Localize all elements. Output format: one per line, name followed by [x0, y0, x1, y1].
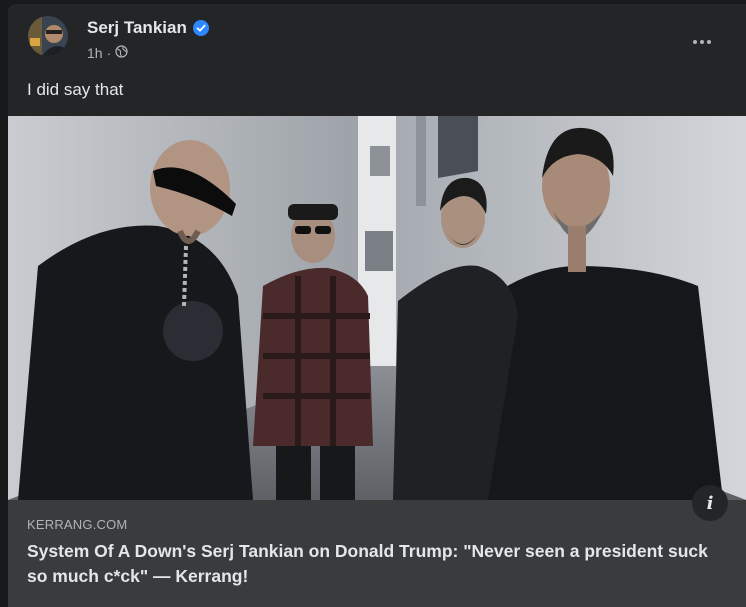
more-dots-icon — [693, 40, 697, 44]
info-icon: i — [706, 492, 714, 514]
verified-badge-icon — [192, 20, 209, 36]
post-photo[interactable] — [8, 116, 746, 500]
post-options-button[interactable] — [688, 28, 716, 56]
post-card: Serj Tankian 1h · I did say that KERRANG… — [8, 4, 746, 607]
author-name-text[interactable]: Serj Tankian — [87, 18, 187, 38]
author-name[interactable]: Serj Tankian — [87, 18, 209, 38]
link-domain: KERRANG.COM — [27, 517, 128, 532]
post-meta: 1h · — [87, 45, 128, 61]
author-avatar[interactable] — [28, 16, 68, 56]
post-text: I did say that — [27, 80, 124, 99]
link-headline[interactable]: System Of A Down's Serj Tankian on Donal… — [27, 539, 717, 589]
meta-separator: · — [106, 45, 112, 61]
post-timestamp[interactable]: 1h — [87, 45, 103, 61]
link-preview[interactable]: KERRANG.COM System Of A Down's Serj Tank… — [8, 500, 746, 607]
globe-icon[interactable] — [115, 45, 128, 61]
info-button[interactable]: i — [692, 485, 728, 521]
